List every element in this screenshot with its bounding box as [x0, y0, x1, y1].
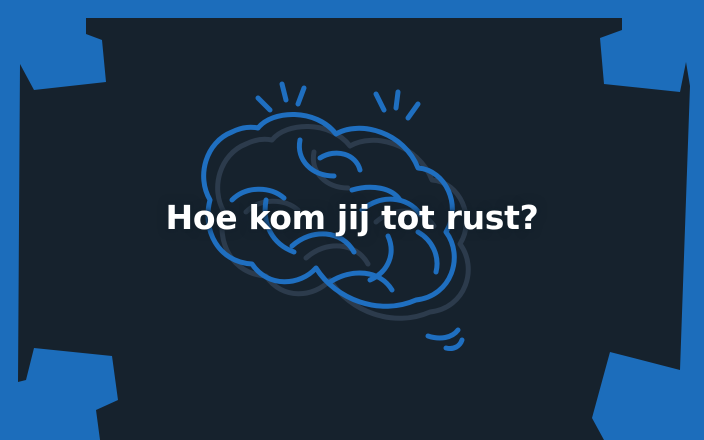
slide: Hoe kom jij tot rust? — [0, 0, 704, 440]
headline: Hoe kom jij tot rust? — [165, 198, 539, 237]
